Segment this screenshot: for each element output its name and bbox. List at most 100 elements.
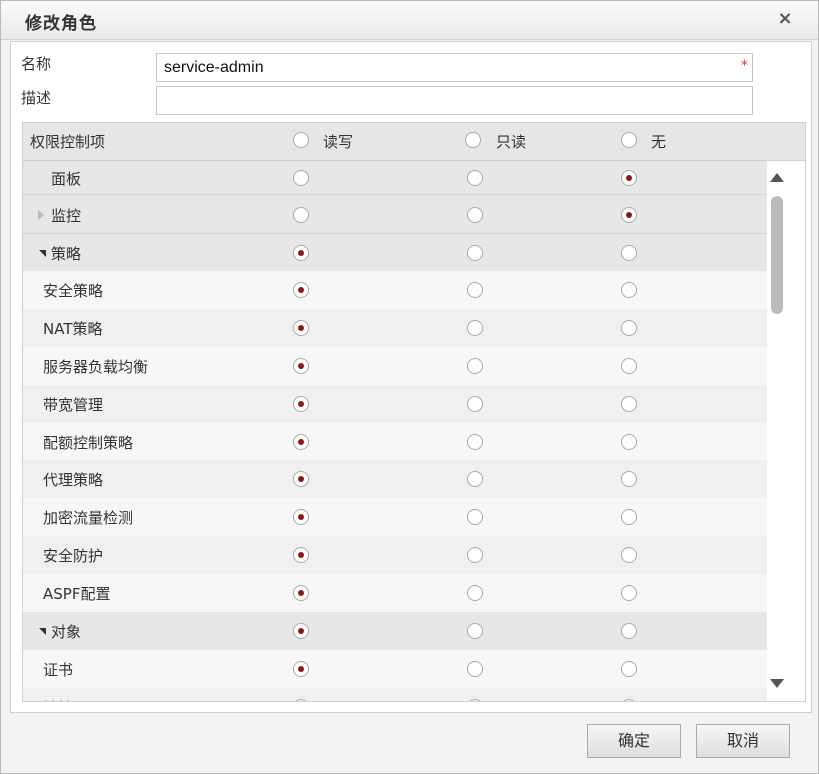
edit-role-dialog: 修改角色 × 名称 service-admin * 描述 权限控制项 读写 只读… <box>0 0 819 774</box>
scroll-up-arrow-icon[interactable] <box>770 173 784 182</box>
permission-radio-none[interactable] <box>621 547 637 563</box>
description-label: 描述 <box>21 89 52 107</box>
permission-row-label: 安全防护 <box>43 547 104 565</box>
permission-radio-none[interactable] <box>621 623 637 639</box>
permission-radio-read-only[interactable] <box>467 471 483 487</box>
permission-row: 配额控制策略 <box>23 423 767 460</box>
permission-row: 代理策略 <box>23 460 767 498</box>
permission-radio-read-write[interactable] <box>293 623 309 639</box>
close-icon[interactable]: × <box>771 5 799 33</box>
permission-radio-read-write[interactable] <box>293 661 309 677</box>
permission-radio-read-write[interactable] <box>293 471 309 487</box>
description-input[interactable] <box>156 86 753 115</box>
permission-radio-none[interactable] <box>621 661 637 677</box>
permission-table-header: 权限控制项 读写 只读 无 <box>23 123 805 161</box>
permission-radio-read-write[interactable] <box>293 509 309 525</box>
permission-row-label: 配额控制策略 <box>43 434 134 452</box>
header-none-radio[interactable] <box>621 132 637 148</box>
permission-radio-read-write[interactable] <box>293 585 309 601</box>
permission-radio-read-write[interactable] <box>293 699 309 701</box>
permission-radio-read-write[interactable] <box>293 170 309 186</box>
permission-radio-read-only[interactable] <box>467 358 483 374</box>
permission-row-label: 面板 <box>51 170 82 188</box>
permission-radio-read-only[interactable] <box>467 547 483 563</box>
permission-row-label: 代理策略 <box>43 471 104 489</box>
scroll-down-arrow-icon[interactable] <box>770 679 784 688</box>
expand-arrow-icon[interactable] <box>38 210 44 220</box>
permission-row: 策略 <box>23 234 767 271</box>
header-read-write-radio[interactable] <box>293 132 309 148</box>
scroll-thumb[interactable] <box>771 196 783 314</box>
permission-radio-read-write[interactable] <box>293 282 309 298</box>
permission-radio-read-only[interactable] <box>467 170 483 186</box>
permission-radio-read-only[interactable] <box>467 585 483 601</box>
name-input[interactable]: service-admin <box>156 53 753 82</box>
collapse-arrow-icon[interactable] <box>39 628 46 635</box>
permission-radio-read-only[interactable] <box>467 396 483 412</box>
permission-radio-none[interactable] <box>621 434 637 450</box>
permission-radio-read-write[interactable] <box>293 320 309 336</box>
permission-radio-read-only[interactable] <box>467 320 483 336</box>
dialog-title: 修改角色 <box>25 14 97 34</box>
name-label: 名称 <box>21 55 52 73</box>
permission-radio-none[interactable] <box>621 396 637 412</box>
permission-radio-read-write[interactable] <box>293 396 309 412</box>
permission-row-label: 证书 <box>43 661 74 679</box>
permission-radio-read-only[interactable] <box>467 207 483 223</box>
cancel-button[interactable]: 取消 <box>696 724 790 758</box>
required-mark: * <box>741 58 748 74</box>
header-read-only-radio[interactable] <box>465 132 481 148</box>
permission-table: 权限控制项 读写 只读 无 面板监控策略 安全策略 NAT策略服务器负载均衡 带宽管理… <box>22 122 806 702</box>
permission-row-label: 地址 <box>43 697 73 701</box>
permission-radio-read-write[interactable] <box>293 434 309 450</box>
confirm-button[interactable]: 确定 <box>587 724 681 758</box>
header-read-write-label: 读写 <box>323 133 354 151</box>
permission-table-body: 面板监控策略 安全策略 NAT策略服务器负载均衡 带宽管理配额控制策略 代理策略加密流量… <box>23 161 767 701</box>
permission-row-label: 带宽管理 <box>43 396 104 414</box>
permission-radio-none[interactable] <box>621 170 637 186</box>
permission-radio-none[interactable] <box>621 585 637 601</box>
permission-radio-read-write[interactable] <box>293 358 309 374</box>
permission-radio-none[interactable] <box>621 471 637 487</box>
permission-row: 对象 <box>23 612 767 650</box>
permission-row: 地址 <box>23 688 767 701</box>
permission-row: 服务器负载均衡 <box>23 347 767 385</box>
permission-row: 监控 <box>23 195 767 234</box>
permission-radio-read-only[interactable] <box>467 509 483 525</box>
header-read-only-label: 只读 <box>496 133 527 151</box>
permission-row-label: NAT策略 <box>43 320 103 338</box>
permission-row: NAT策略 <box>23 309 767 347</box>
dialog-footer: 确定 取消 <box>1 713 818 773</box>
permission-radio-none[interactable] <box>621 699 637 701</box>
permission-radio-read-only[interactable] <box>467 434 483 450</box>
permission-radio-read-only[interactable] <box>467 282 483 298</box>
permission-radio-none[interactable] <box>621 245 637 261</box>
permission-radio-read-write[interactable] <box>293 207 309 223</box>
permission-row-label: ASPF配置 <box>43 585 111 603</box>
form-panel: 名称 service-admin * 描述 权限控制项 读写 只读 无 面板监控… <box>10 41 812 713</box>
permission-row-label: 对象 <box>51 623 82 641</box>
permission-radio-read-only[interactable] <box>467 699 483 701</box>
permission-radio-read-write[interactable] <box>293 245 309 261</box>
permission-radio-read-only[interactable] <box>467 245 483 261</box>
dialog-titlebar: 修改角色 × <box>1 1 818 40</box>
permission-row-label: 加密流量检测 <box>43 509 134 527</box>
permission-radio-none[interactable] <box>621 358 637 374</box>
permission-row: 安全防护 <box>23 536 767 574</box>
permission-radio-none[interactable] <box>621 320 637 336</box>
permission-radio-read-only[interactable] <box>467 623 483 639</box>
permission-row: 面板 <box>23 161 767 195</box>
permission-radio-read-write[interactable] <box>293 547 309 563</box>
permission-radio-read-only[interactable] <box>467 661 483 677</box>
permission-row-label: 服务器负载均衡 <box>43 358 149 376</box>
permission-row-label: 监控 <box>51 207 82 225</box>
collapse-arrow-icon[interactable] <box>39 250 46 257</box>
header-none-label: 无 <box>651 133 667 151</box>
permission-radio-none[interactable] <box>621 282 637 298</box>
permission-radio-none[interactable] <box>621 207 637 223</box>
permission-row: 安全策略 <box>23 271 767 309</box>
permission-row: ASPF配置 <box>23 574 767 612</box>
permission-row: 带宽管理 <box>23 385 767 423</box>
vertical-scrollbar[interactable] <box>767 161 789 701</box>
permission-radio-none[interactable] <box>621 509 637 525</box>
